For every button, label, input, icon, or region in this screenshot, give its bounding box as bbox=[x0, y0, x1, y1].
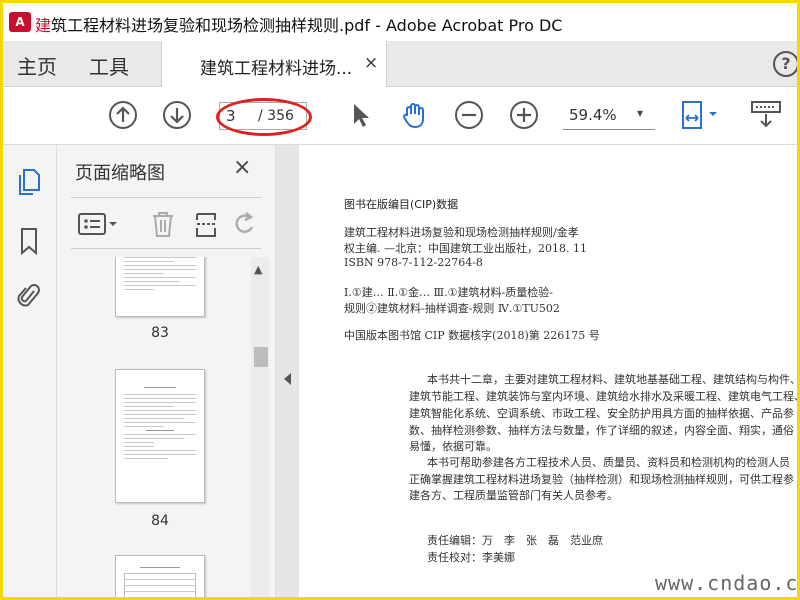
scroll-mode-button[interactable] bbox=[749, 100, 783, 130]
scrollbar-thumb[interactable] bbox=[254, 347, 268, 367]
page-thumbnail[interactable] bbox=[115, 555, 205, 597]
select-tool-button[interactable] bbox=[345, 100, 375, 130]
next-page-button[interactable] bbox=[162, 100, 192, 130]
body-line: 建筑节能工程、建筑装饰与室内环境、建筑给水排水及采暖工程、建筑电气工程、 bbox=[409, 390, 797, 403]
menu-bar: 主页 工具 建筑工程材料进场... × ? bbox=[3, 41, 797, 88]
pages-icon bbox=[19, 169, 40, 195]
body-line: 本书可帮助参建各方工程技术人员、质量员、资料员和检测机构的检测人员 bbox=[427, 456, 790, 469]
arrow-up-circle-icon bbox=[109, 101, 137, 129]
menu-tools[interactable]: 工具 bbox=[89, 51, 129, 80]
minus-circle-icon bbox=[455, 101, 483, 129]
zoom-level: 59.4% bbox=[569, 106, 617, 124]
options-menu-icon bbox=[78, 213, 117, 235]
scroll-up-icon[interactable]: ▲ bbox=[254, 263, 262, 276]
cip-heading: 图书在版编目(CIP)数据 bbox=[344, 198, 459, 211]
acrobat-window: A 建筑工程材料进场复验和现场检测抽样规则.pdf - Adobe Acroba… bbox=[3, 3, 797, 597]
arrow-down-circle-icon bbox=[163, 101, 191, 129]
body-line: 正确掌握建筑工程材料进场复验（抽样检测）和现场检测抽样规则，可供工程参 bbox=[409, 473, 794, 486]
document-page: 图书在版编目(CIP)数据 建筑工程材料进场复验和现场检测抽样规则/金孝 权主编… bbox=[299, 145, 797, 597]
zoom-out-button[interactable] bbox=[454, 100, 484, 130]
window-title: 建筑工程材料进场复验和现场检测抽样规则.pdf - Adobe Acrobat … bbox=[35, 12, 562, 36]
proofreader-credit: 责任校对：李美娜 bbox=[427, 551, 515, 564]
editor-credit: 责任编辑：万 李 张 磊 范业庶 bbox=[427, 534, 603, 547]
rotate-icon bbox=[235, 212, 254, 233]
document-tab-label: 建筑工程材料进场... bbox=[200, 59, 353, 79]
previous-page-button[interactable] bbox=[108, 100, 138, 130]
panel-close-icon[interactable]: × bbox=[233, 155, 251, 180]
trash-icon bbox=[153, 212, 173, 237]
help-icon[interactable]: ? bbox=[773, 51, 797, 77]
paperclip-icon bbox=[17, 284, 40, 307]
attachments-button[interactable] bbox=[17, 281, 41, 309]
main-toolbar: / 356 59.4% ▾ bbox=[3, 87, 797, 145]
body-line: 本书共十二章，主要对建筑工程材料、建筑地基基础工程、建筑结构与构件、 bbox=[427, 373, 797, 386]
fit-page-button[interactable] bbox=[679, 100, 725, 130]
page-thumbnail[interactable] bbox=[115, 369, 205, 503]
cip-line: 建筑工程材料进场复验和现场检测抽样规则/金孝 bbox=[344, 226, 579, 239]
zoom-dropdown[interactable]: 59.4% ▾ bbox=[563, 102, 655, 130]
thumbnail-list: 83 84 bbox=[57, 257, 257, 597]
app-logo-icon: A bbox=[9, 12, 31, 32]
panel-splitter[interactable] bbox=[275, 145, 299, 597]
cip-line: 中国版本图书馆 CIP 数据核字(2018)第 226175 号 bbox=[344, 329, 600, 342]
delete-page-button[interactable] bbox=[149, 210, 177, 238]
tab-close-icon[interactable]: × bbox=[364, 53, 378, 73]
menu-home[interactable]: 主页 bbox=[17, 51, 57, 80]
cip-line: 权主编. —北京：中国建筑工业出版社，2018. 11 bbox=[344, 242, 587, 255]
thumbnail-scrollbar[interactable]: ▲ bbox=[251, 257, 269, 597]
plus-circle-icon bbox=[510, 101, 538, 129]
hand-icon bbox=[403, 103, 424, 129]
rotate-page-button[interactable] bbox=[231, 210, 259, 238]
thumbnail-options-button[interactable] bbox=[77, 210, 121, 238]
cip-line: ISBN 978-7-112-22764-8 bbox=[344, 256, 483, 269]
body-line: 数、抽样检测参数、抽样方法与数量，作了详细的叙述，内容全面、翔实，通俗 bbox=[409, 424, 794, 437]
title-bar: A 建筑工程材料进场复验和现场检测抽样规则.pdf - Adobe Acroba… bbox=[3, 3, 797, 41]
page-thumbnails-button[interactable] bbox=[17, 167, 41, 195]
panel-title: 页面缩略图 bbox=[75, 163, 165, 184]
keyboard-scroll-icon bbox=[751, 101, 781, 128]
bookmarks-button[interactable] bbox=[17, 227, 41, 256]
bookmark-icon bbox=[21, 228, 37, 256]
page-highlight-annotation bbox=[216, 98, 312, 136]
zoom-in-button[interactable] bbox=[509, 100, 539, 130]
cursor-arrow-icon bbox=[354, 104, 369, 127]
watermark-text: www.cndao.com bbox=[655, 571, 797, 595]
extract-pages-button[interactable] bbox=[193, 210, 221, 238]
body-line: 建筑智能化系统、空调系统、市政工程、安全防护用具方面的抽样依据、产品参 bbox=[409, 407, 794, 420]
left-navigation-rail bbox=[3, 145, 57, 597]
window-title-rest: 筑工程材料进场复验和现场检测抽样规则.pdf - Adobe Acrobat P… bbox=[51, 16, 563, 35]
window-title-first-char: 建 bbox=[35, 16, 52, 35]
thumbnail-page-number: 84 bbox=[151, 513, 169, 529]
thumbnails-panel: 页面缩略图 × 83 84 ▲ bbox=[57, 145, 275, 597]
extract-pages-icon bbox=[196, 213, 217, 237]
cip-line: Ⅰ.①建… Ⅱ.①金… Ⅲ.①建筑材料-质量检验- bbox=[344, 286, 553, 299]
fit-width-icon bbox=[682, 101, 717, 129]
panel-toolbar bbox=[71, 197, 261, 249]
chevron-down-icon: ▾ bbox=[637, 106, 644, 120]
collapse-panel-icon[interactable] bbox=[284, 373, 291, 385]
cip-line: 规则②建筑材料-抽样调查-规则 Ⅳ.①TU502 bbox=[344, 302, 560, 315]
page-thumbnail[interactable] bbox=[115, 257, 205, 317]
thumbnail-page-number: 83 bbox=[151, 325, 169, 341]
document-tab[interactable]: 建筑工程材料进场... × bbox=[161, 41, 387, 88]
body-line: 易懂，依据可靠。 bbox=[409, 440, 497, 453]
body-line: 建各方、工程质量监管部门有关人员参考。 bbox=[409, 489, 618, 502]
hand-tool-button[interactable] bbox=[399, 100, 429, 130]
